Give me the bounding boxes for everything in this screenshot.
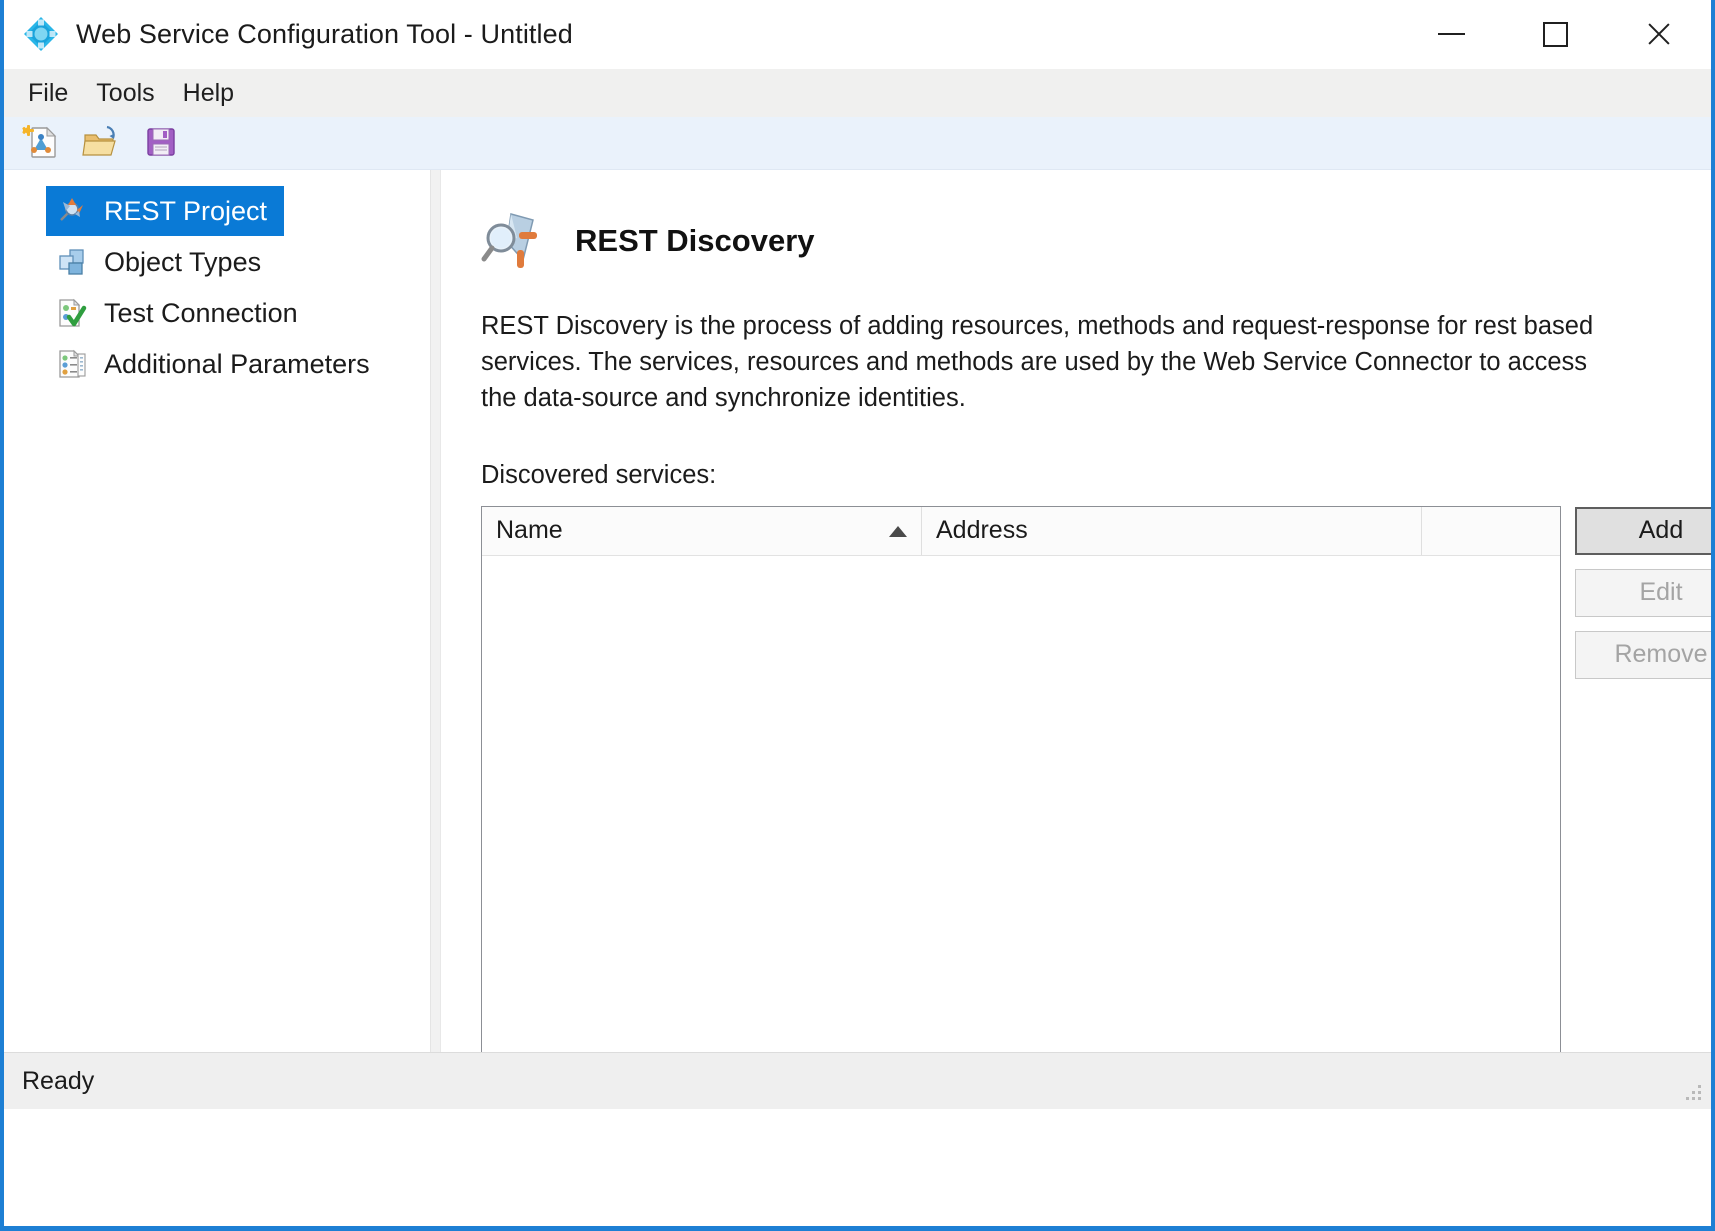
page-title: REST Discovery xyxy=(575,223,815,258)
sidebar-splitter[interactable] xyxy=(430,170,441,1052)
sidebar-item-object-types[interactable]: Object Types xyxy=(46,237,424,287)
rest-project-icon xyxy=(56,195,88,227)
column-header-label: Address xyxy=(936,516,1028,545)
toolbar xyxy=(4,117,1711,170)
test-connection-icon xyxy=(56,297,88,329)
save-diskette-icon xyxy=(141,121,181,166)
title-bar-left: Web Service Configuration Tool - Untitle… xyxy=(4,15,573,53)
maximize-icon xyxy=(1542,21,1568,47)
listview-header: Name Address xyxy=(482,506,1560,556)
new-project-button[interactable] xyxy=(20,122,62,164)
rest-discovery-magnifier-icon xyxy=(481,210,551,272)
app-window: Web Service Configuration Tool - Untitle… xyxy=(0,0,1715,1231)
listview-body[interactable] xyxy=(482,555,1560,1099)
remove-button[interactable]: Remove xyxy=(1575,630,1711,679)
open-project-button[interactable] xyxy=(80,122,122,164)
menu-item-help[interactable]: Help xyxy=(169,75,248,112)
discovered-services-listview[interactable]: Name Address xyxy=(481,505,1561,1100)
discovered-services-row: Name Address Add Edit Remove xyxy=(481,505,1711,1100)
title-bar: Web Service Configuration Tool - Untitle… xyxy=(4,0,1711,69)
status-bar: Ready xyxy=(4,1052,1711,1109)
save-project-button[interactable] xyxy=(140,122,182,164)
maximize-button[interactable] xyxy=(1503,0,1607,68)
resize-grip-icon[interactable] xyxy=(1681,1082,1703,1104)
column-header-extra[interactable] xyxy=(1422,507,1560,555)
sidebar-item-label: Additional Parameters xyxy=(104,348,370,379)
open-folder-icon xyxy=(81,121,121,166)
status-text: Ready xyxy=(22,1066,95,1095)
sidebar: REST Project Object Types Test Connectio… xyxy=(4,170,430,1052)
discovered-services-label: Discovered services: xyxy=(481,460,717,489)
page-description: REST Discovery is the process of adding … xyxy=(481,312,1594,413)
page-heading: REST Discovery xyxy=(481,210,1711,272)
body-area: REST Project Object Types Test Connectio… xyxy=(4,170,1711,1100)
sidebar-item-label: Object Types xyxy=(104,246,262,277)
menu-item-file[interactable]: File xyxy=(14,75,82,112)
sort-ascending-icon xyxy=(889,525,907,537)
sidebar-item-test-connection[interactable]: Test Connection xyxy=(46,288,424,338)
window-title: Web Service Configuration Tool - Untitle… xyxy=(76,18,573,49)
main-content: REST Discovery REST Discovery is the pro… xyxy=(441,170,1711,1100)
blue-diamond-logo-icon xyxy=(22,15,60,53)
sidebar-item-additional-parameters[interactable]: Additional Parameters xyxy=(46,339,424,389)
column-header-address[interactable]: Address xyxy=(922,506,1422,555)
menu-item-tools[interactable]: Tools xyxy=(82,75,168,112)
sidebar-item-rest-project[interactable]: REST Project xyxy=(46,186,284,236)
sidebar-item-label: REST Project xyxy=(104,195,268,226)
close-icon xyxy=(1645,20,1673,48)
column-header-name[interactable]: Name xyxy=(482,506,922,555)
window-controls xyxy=(1399,0,1711,68)
minimize-button[interactable] xyxy=(1399,0,1503,68)
minimize-icon xyxy=(1437,33,1465,35)
menu-bar: File Tools Help xyxy=(4,69,1711,117)
listview-button-column: Add Edit Remove xyxy=(1575,506,1711,679)
column-header-label: Name xyxy=(496,516,563,545)
additional-parameters-icon xyxy=(56,348,88,380)
sidebar-item-label: Test Connection xyxy=(104,297,298,328)
add-button[interactable]: Add xyxy=(1575,506,1711,555)
edit-button[interactable]: Edit xyxy=(1575,568,1711,617)
object-types-icon xyxy=(56,246,88,278)
new-document-icon xyxy=(21,121,61,166)
close-button[interactable] xyxy=(1607,0,1711,68)
